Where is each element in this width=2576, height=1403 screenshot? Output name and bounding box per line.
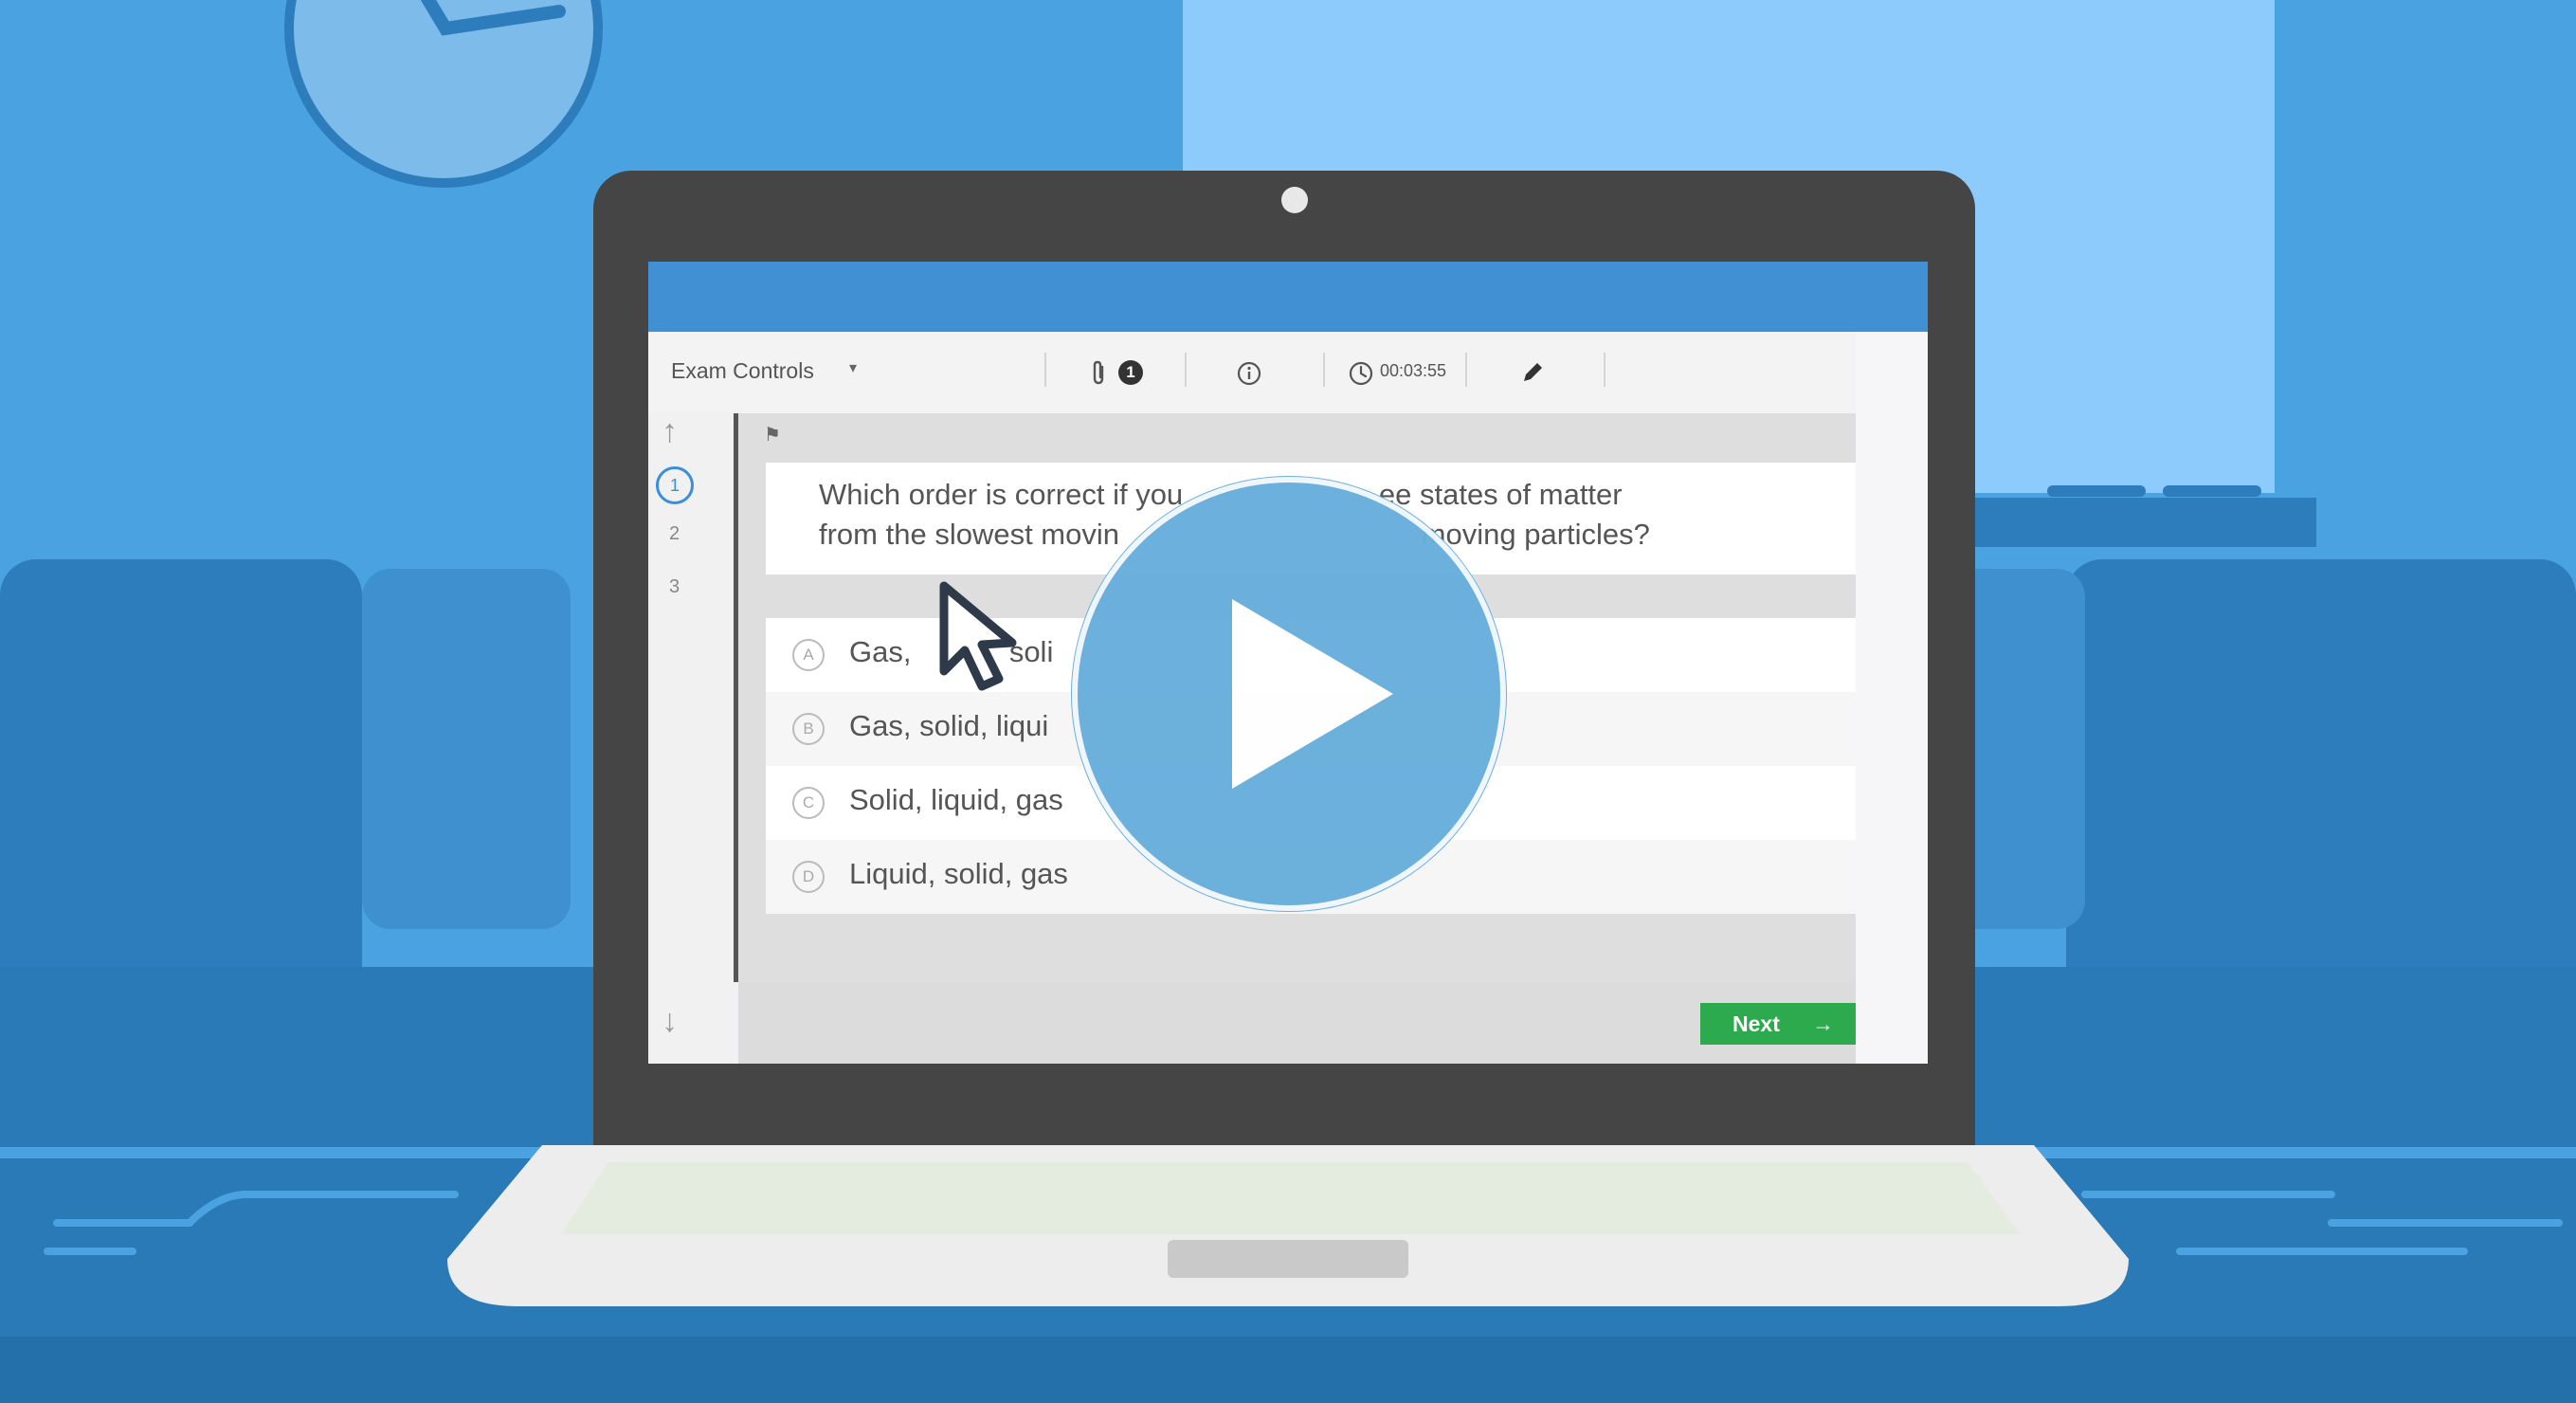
flag-icon[interactable]: ⚑ (764, 423, 781, 446)
next-button-label: Next (1732, 1011, 1780, 1036)
toolbar-divider (1604, 353, 1605, 387)
question-nav-item-2[interactable]: 2 (669, 523, 680, 545)
paperclip-icon[interactable] (1088, 359, 1109, 386)
exam-controls-menu[interactable]: Exam Controls (671, 358, 814, 384)
option-letter-a: A (792, 639, 825, 671)
clock-icon (1349, 361, 1373, 386)
question-nav-item-3[interactable]: 3 (669, 576, 680, 598)
toolbar-divider (1185, 353, 1187, 387)
next-button[interactable]: Next → (1700, 1003, 1856, 1045)
mouse-pointer-icon (939, 581, 1017, 691)
info-icon[interactable] (1236, 360, 1262, 387)
option-text-b: Gas, solid, liqui (849, 709, 1049, 742)
arrow-right-icon: → (1812, 1011, 1834, 1036)
laptop-base (447, 1145, 2129, 1306)
app-header-bar (648, 262, 1928, 332)
option-letter-c: C (792, 787, 825, 819)
toolbar-divider (1044, 353, 1046, 387)
option-text-c: Solid, liquid, gas (849, 783, 1063, 816)
attachment-count-badge: 1 (1118, 360, 1143, 385)
option-letter-d: D (792, 861, 825, 893)
webcam-icon (1281, 187, 1308, 213)
toolbar-divider (1323, 353, 1325, 387)
right-margin (1856, 332, 1928, 1064)
play-button[interactable] (1071, 476, 1507, 912)
question-navigator (648, 413, 734, 1064)
question-nav-item-1[interactable]: 1 (656, 466, 694, 504)
exam-timer: 00:03:55 (1380, 361, 1447, 380)
play-icon (1072, 477, 1506, 911)
chevron-down-icon[interactable]: ▾ (849, 358, 857, 377)
option-text-d: Liquid, solid, gas (849, 857, 1068, 890)
toolbar-divider (1465, 353, 1467, 387)
pencil-icon[interactable] (1518, 358, 1547, 387)
scroll-up-arrow-icon[interactable]: ↑ (662, 413, 678, 450)
question-footer (738, 982, 1856, 1064)
scroll-down-arrow-icon[interactable]: ↓ (662, 1003, 678, 1040)
option-letter-b: B (792, 713, 825, 745)
